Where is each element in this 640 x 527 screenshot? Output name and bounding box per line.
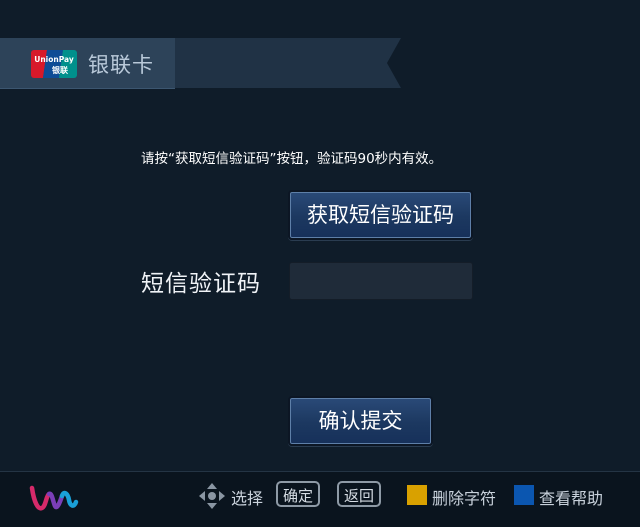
dpad-icon xyxy=(198,482,226,510)
brand-logo-icon xyxy=(28,480,80,514)
view-help-hint: 查看帮助 xyxy=(539,489,604,508)
get-sms-code-button[interactable]: 获取短信验证码 xyxy=(288,190,473,240)
logo-text-bottom: 银联 xyxy=(51,65,68,75)
ok-key[interactable]: 确定 xyxy=(276,481,321,507)
sms-code-label: 短信验证码 xyxy=(141,271,261,297)
instruction-text: 请按“获取短信验证码”按钮，验证码90秒内有效。 xyxy=(141,151,443,167)
back-key[interactable]: 返回 xyxy=(337,481,382,507)
sms-code-input[interactable] xyxy=(289,262,473,300)
logo-text-top: UnionPay xyxy=(34,55,74,64)
delete-char-hint: 删除字符 xyxy=(432,489,497,508)
yellow-key-icon xyxy=(407,485,427,505)
select-hint: 选择 xyxy=(231,489,264,508)
unionpay-logo: UnionPay 银联 xyxy=(31,50,77,78)
confirm-submit-button[interactable]: 确认提交 xyxy=(288,396,433,446)
page-title: 银联卡 xyxy=(88,53,154,77)
blue-key-icon xyxy=(514,485,534,505)
